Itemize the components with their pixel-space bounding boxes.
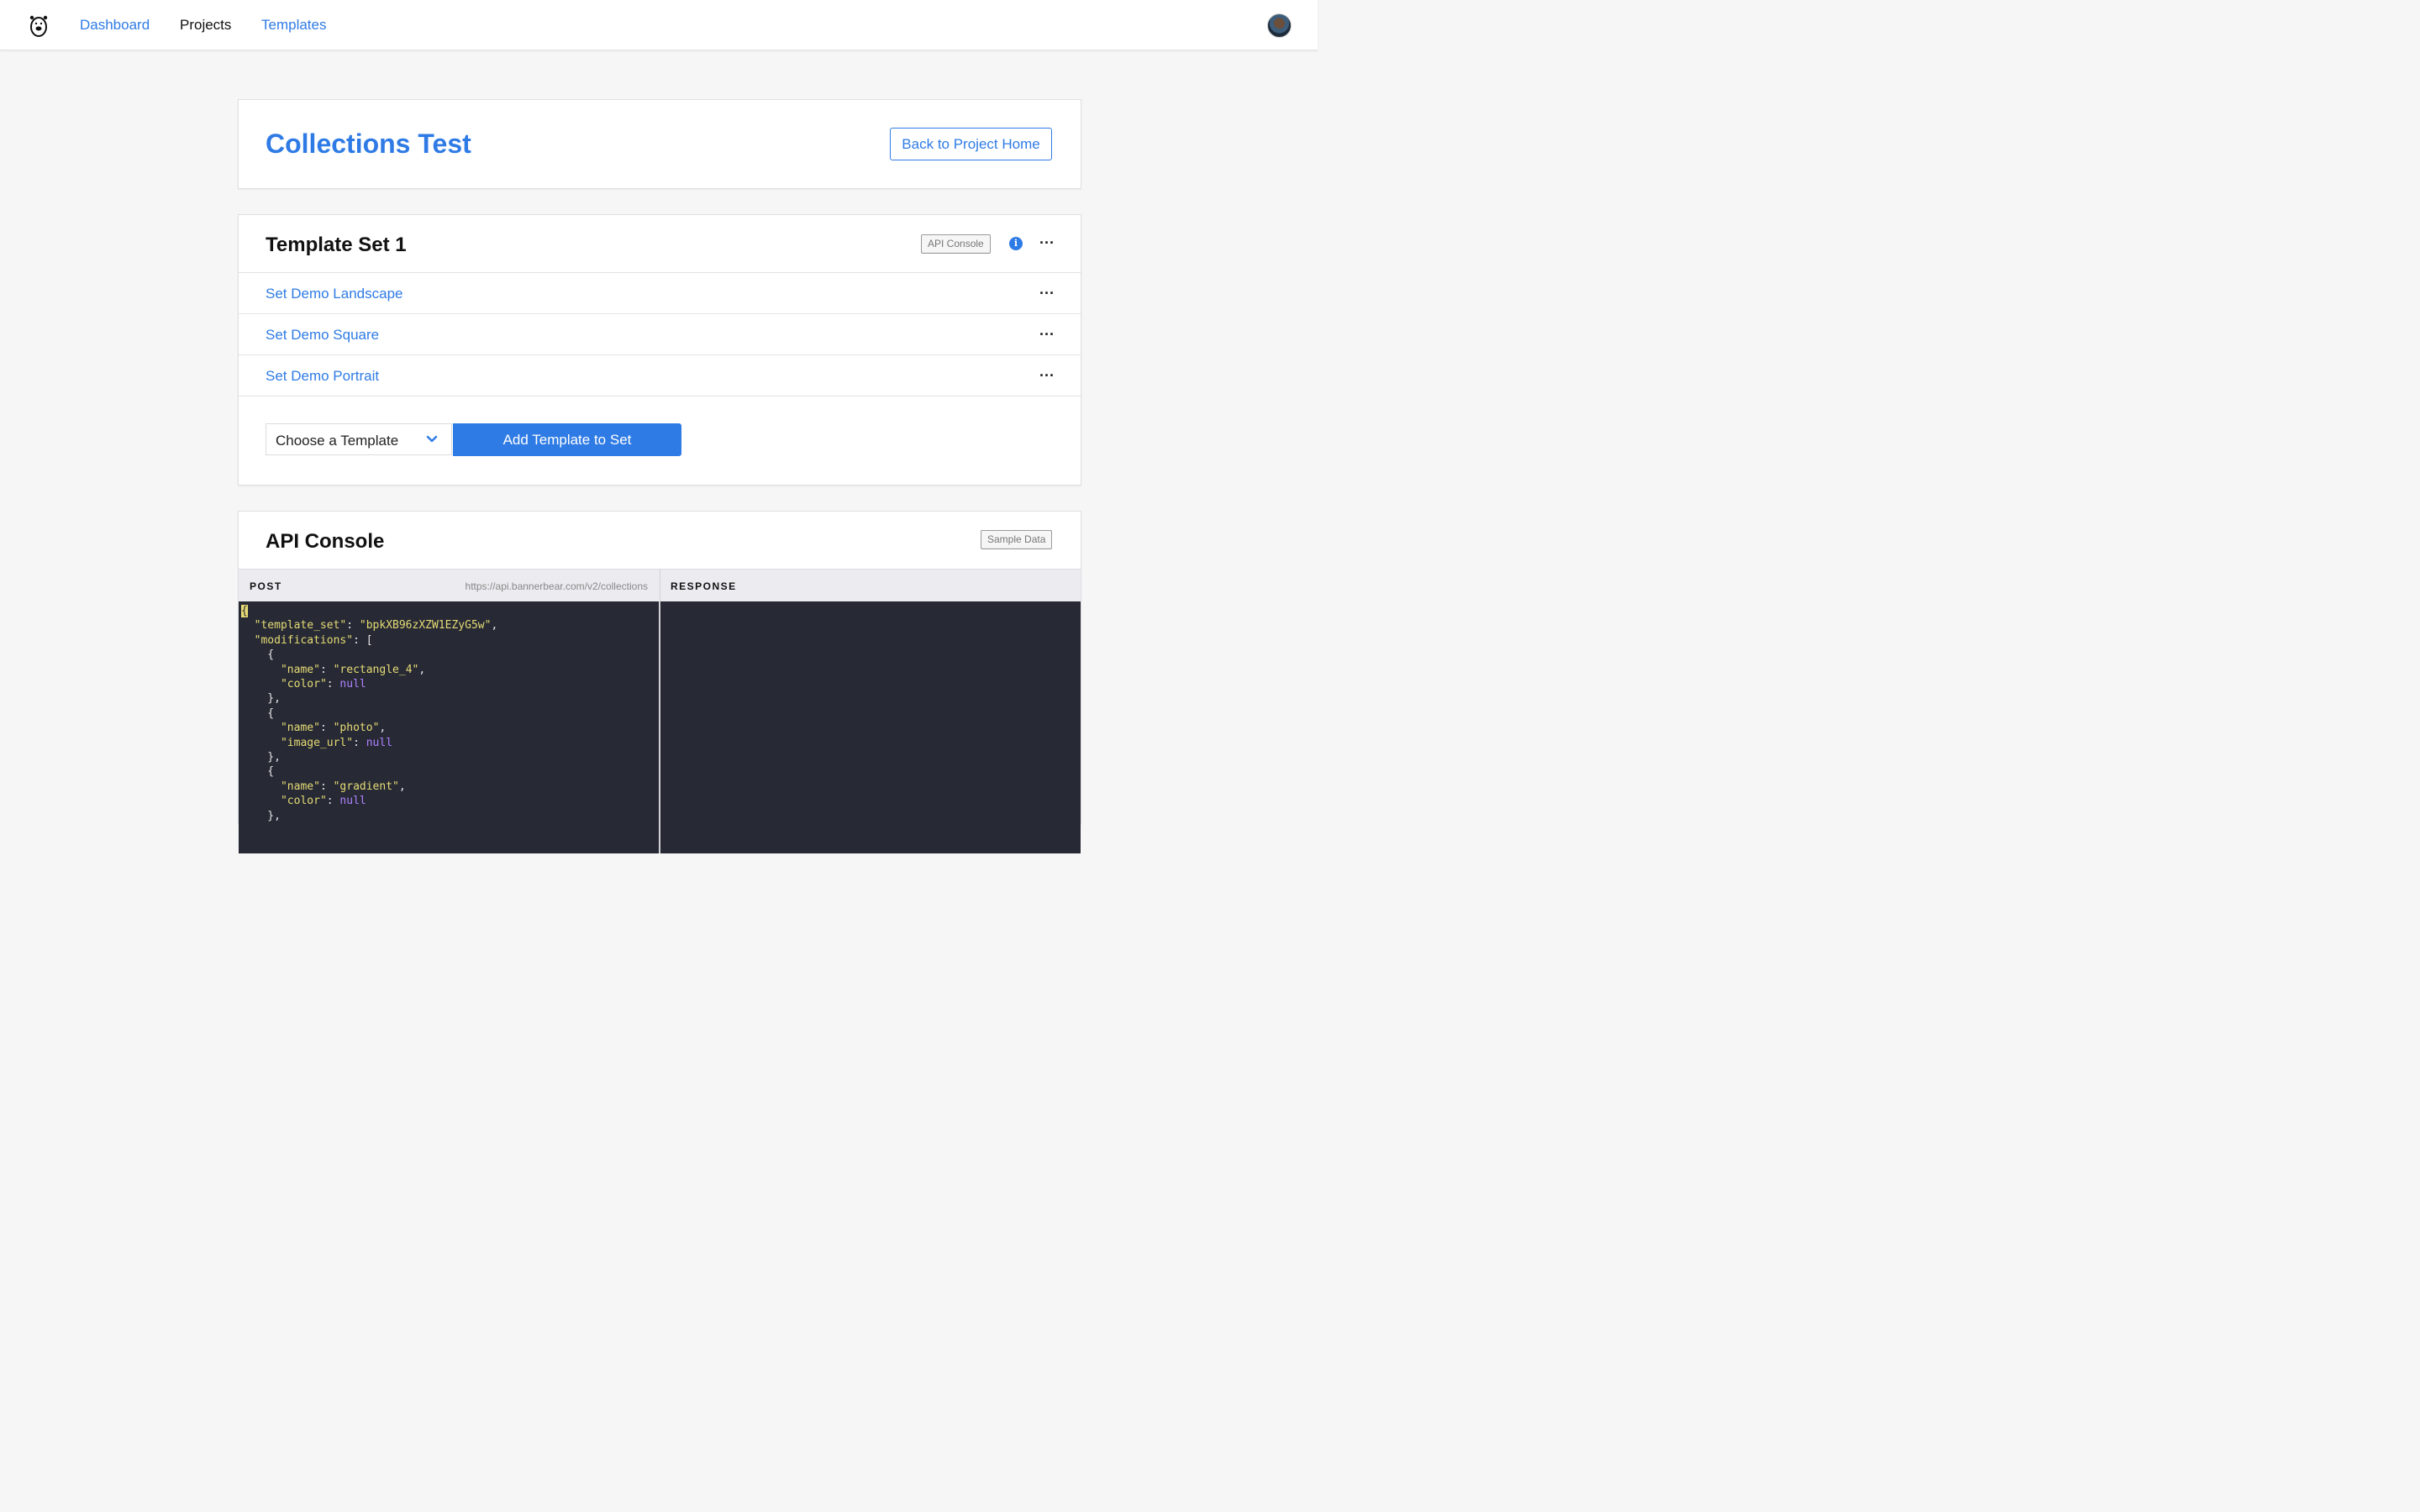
response-label: RESPONSE xyxy=(671,580,737,592)
api-console-badge[interactable]: API Console xyxy=(921,234,991,254)
template-link-landscape[interactable]: Set Demo Landscape xyxy=(266,286,403,302)
user-avatar[interactable] xyxy=(1267,13,1292,38)
row-more-icon[interactable]: ··· xyxy=(1039,368,1055,383)
template-link-square[interactable]: Set Demo Square xyxy=(266,327,379,344)
bear-logo-icon[interactable] xyxy=(28,13,50,38)
template-row: Set Demo Landscape ··· xyxy=(239,272,1081,313)
nav-templates[interactable]: Templates xyxy=(261,17,326,34)
template-row: Set Demo Portrait ··· xyxy=(239,354,1081,396)
nav-projects[interactable]: Projects xyxy=(180,17,231,34)
template-set-more-icon[interactable]: ··· xyxy=(1039,235,1055,250)
choose-template-select[interactable]: Choose a Template xyxy=(266,423,452,455)
row-more-icon[interactable]: ··· xyxy=(1039,286,1055,301)
api-console-card: API Console Sample Data POST https://api… xyxy=(238,511,1081,853)
sample-data-badge[interactable]: Sample Data xyxy=(981,530,1053,549)
console-header: POST https://api.bannerbear.com/v2/colle… xyxy=(239,569,1081,602)
row-more-icon[interactable]: ··· xyxy=(1039,327,1055,342)
page-title: Collections Test xyxy=(266,129,471,159)
top-navbar: Dashboard Projects Templates xyxy=(0,0,1318,50)
post-label: POST xyxy=(250,580,282,592)
add-template-to-set-button[interactable]: Add Template to Set xyxy=(453,423,681,456)
select-value: Choose a Template xyxy=(276,433,399,449)
chevron-down-icon xyxy=(426,435,438,443)
response-code-panel xyxy=(660,601,1081,853)
request-json: { "template_set": "bpkXB96zXZW1EZyG5w", … xyxy=(241,605,498,822)
endpoint-url: https://api.bannerbear.com/v2/collection… xyxy=(465,580,648,592)
template-row: Set Demo Square ··· xyxy=(239,313,1081,354)
info-icon[interactable]: i xyxy=(1009,237,1023,250)
template-set-title: Template Set 1 xyxy=(266,234,407,256)
project-header-card: Collections Test Back to Project Home xyxy=(238,99,1081,189)
template-set-card: Template Set 1 API Console i ··· Set Dem… xyxy=(238,214,1081,486)
request-code-editor[interactable]: { "template_set": "bpkXB96zXZW1EZyG5w", … xyxy=(239,601,659,853)
api-console-title: API Console xyxy=(266,530,385,553)
template-link-portrait[interactable]: Set Demo Portrait xyxy=(266,368,379,385)
add-template-row: Choose a Template Add Template to Set xyxy=(239,396,1081,485)
nav-dashboard[interactable]: Dashboard xyxy=(80,17,150,34)
back-to-project-home-button[interactable]: Back to Project Home xyxy=(890,128,1052,160)
